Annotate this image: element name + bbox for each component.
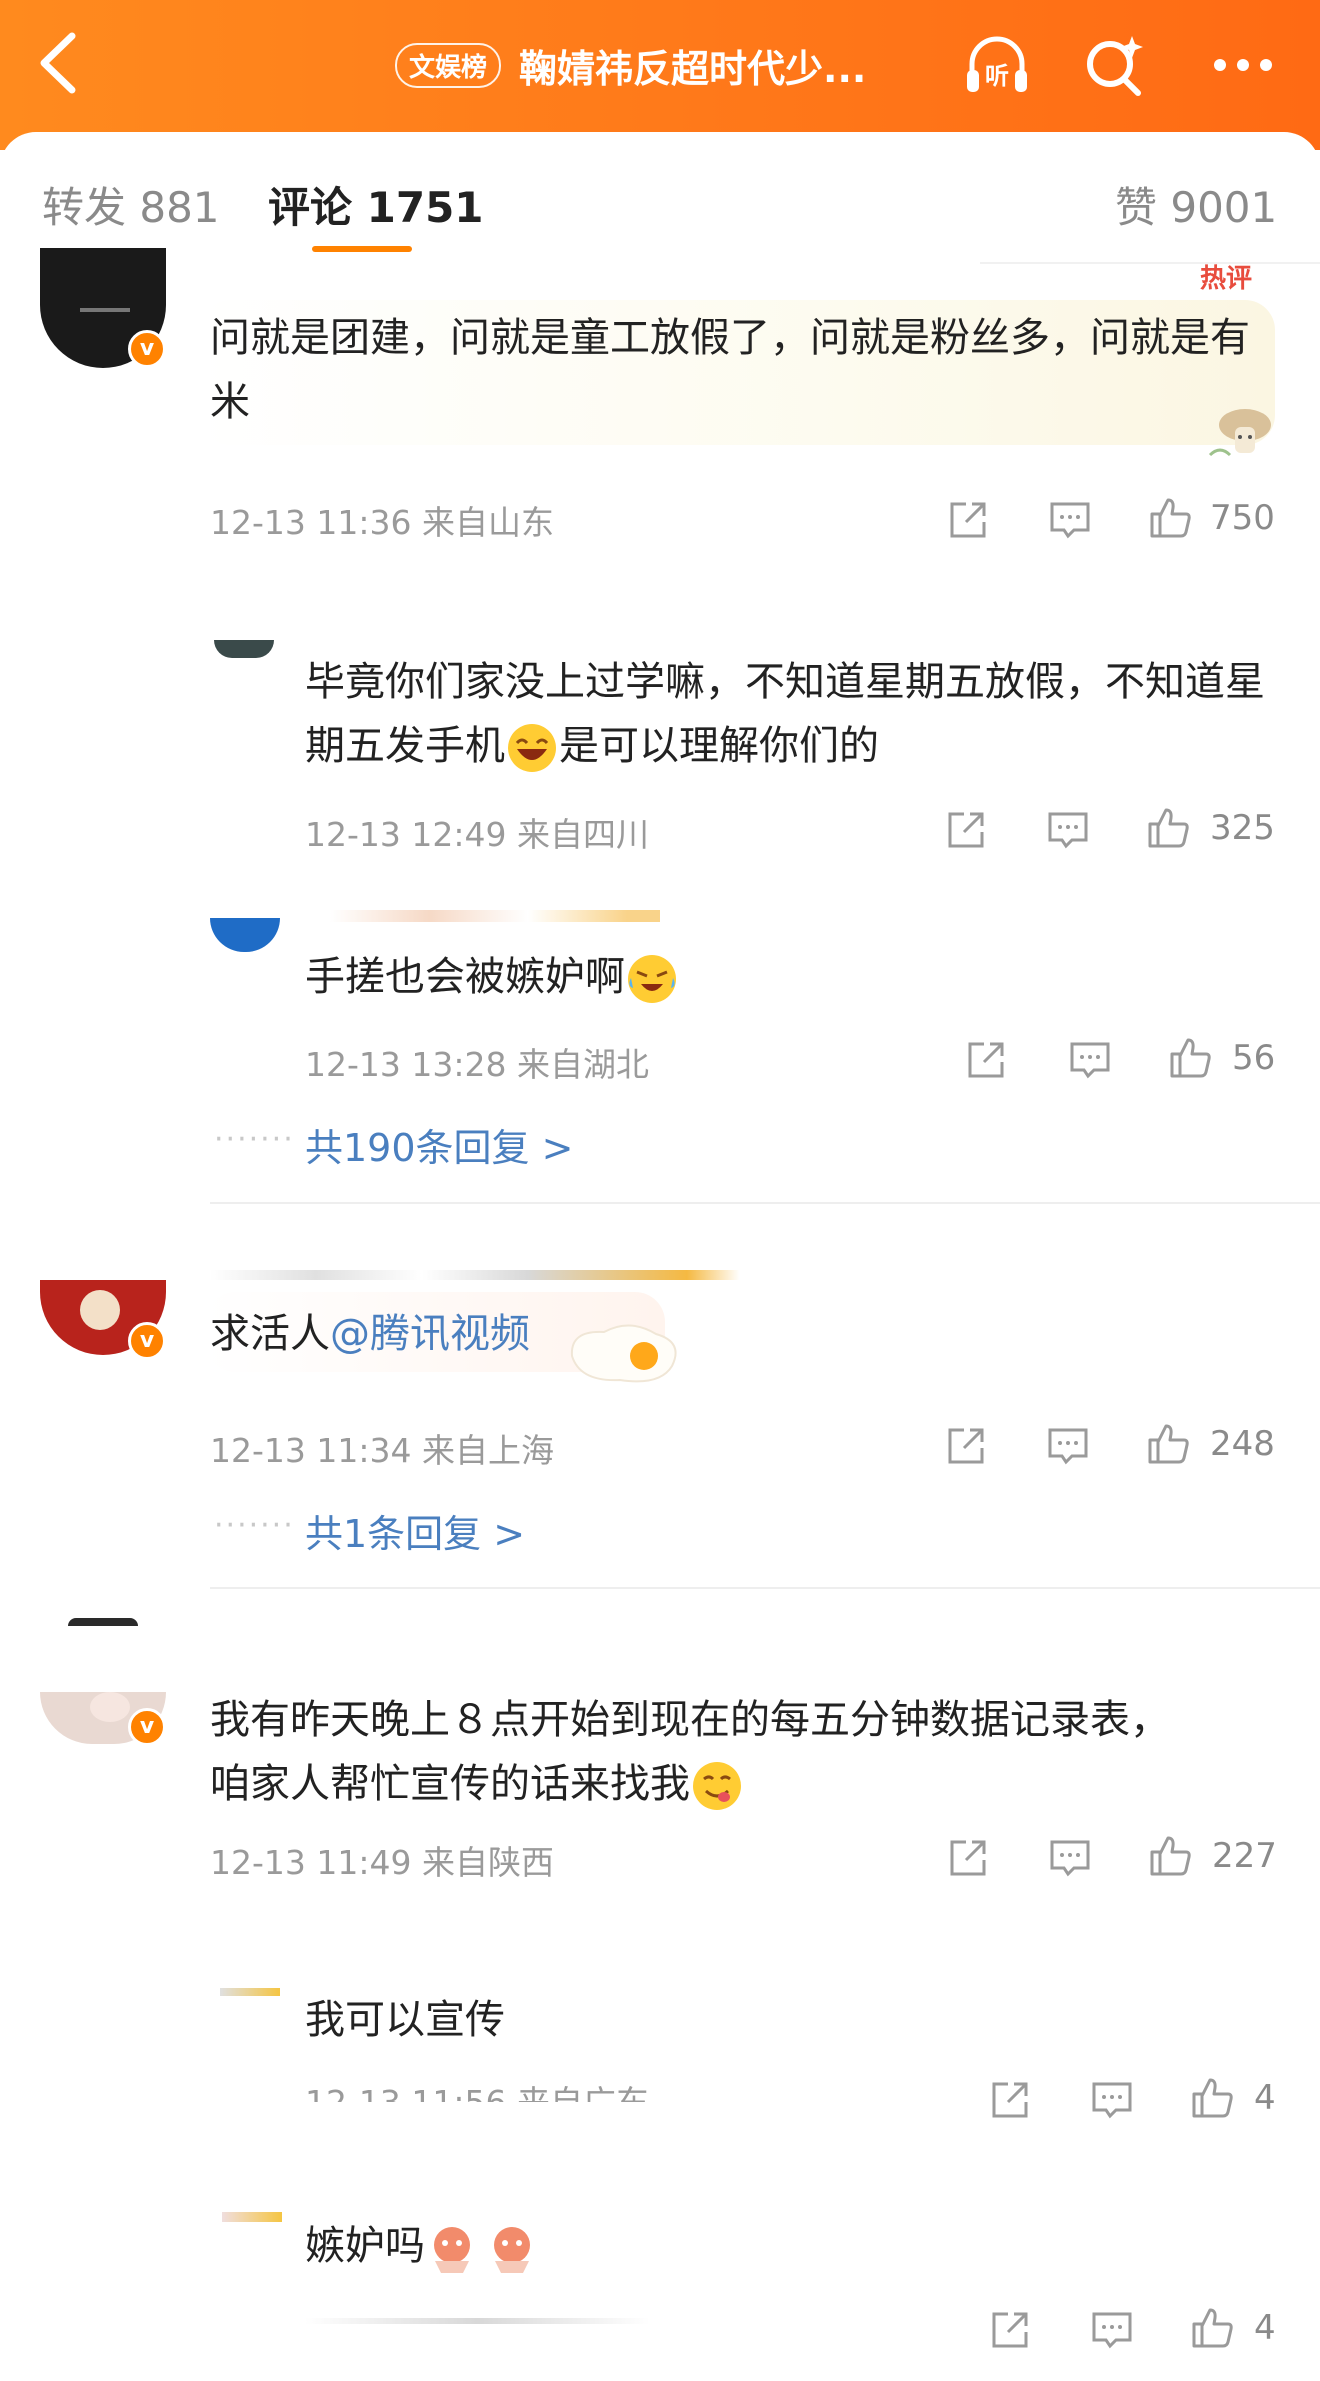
- tab-comments[interactable]: 评论 1751: [268, 174, 484, 235]
- comment-meta: 12-13 11:49 来自陕西: [210, 1843, 554, 1882]
- like-icon[interactable]: [1146, 1832, 1194, 1880]
- reply-text: 手搓也会被嫉妒啊: [305, 945, 1205, 1009]
- back-icon[interactable]: [30, 28, 90, 98]
- listen-icon[interactable]: 听: [962, 30, 1032, 100]
- comment-icon[interactable]: [1088, 2306, 1136, 2354]
- comment-icon[interactable]: [1046, 1834, 1094, 1882]
- tab-likes[interactable]: 赞 9001: [1115, 174, 1277, 235]
- listen-label: 听: [985, 62, 1009, 90]
- verified-badge-icon: v: [128, 1322, 166, 1360]
- comment-icon[interactable]: [1044, 1422, 1092, 1470]
- like-icon[interactable]: [1188, 2304, 1236, 2352]
- cropped-username: [330, 910, 660, 922]
- like-icon[interactable]: [1188, 2074, 1236, 2122]
- comment-icon[interactable]: [1088, 2076, 1136, 2124]
- tab-bar: 转发 881 评论 1751 赞 9001: [0, 150, 1320, 264]
- laughing-emoji-icon: [508, 724, 556, 772]
- top-bar: 文娱榜 鞠婧祎反超时代少... 听: [0, 0, 1320, 150]
- share-icon[interactable]: [986, 2306, 1034, 2354]
- verified-badge-icon: v: [128, 1708, 166, 1746]
- like-count: 56: [1232, 1038, 1276, 1078]
- page-title: 鞠婧祎反超时代少...: [519, 46, 867, 91]
- reply-text: 毕竟你们家没上过学嘛，不知道星期五放假，不知道星期五发手机 是可以理解你们的: [305, 650, 1265, 778]
- shrimp-emoji-icon: [494, 2227, 530, 2273]
- like-icon[interactable]: [1146, 494, 1194, 542]
- cropped-reply-meta: [305, 2318, 650, 2324]
- reply-text: 我可以宣传: [305, 1997, 505, 2043]
- comment-meta: 12-13 11:36 来自山东: [210, 503, 554, 542]
- reply-meta-cropped: 12-13 11:56 来自广东: [305, 2076, 725, 2102]
- verified-badge-icon: v: [128, 330, 166, 368]
- yum-emoji-icon: [693, 1762, 741, 1810]
- comment-text: 问就是团建，问就是童工放假了，问就是粉丝多，问就是有米: [210, 315, 1250, 425]
- like-count: 248: [1210, 1424, 1275, 1464]
- share-icon[interactable]: [944, 1834, 992, 1882]
- hot-comment-tag: 热评: [1200, 264, 1253, 294]
- like-count: 4: [1254, 2078, 1276, 2118]
- reply-dots: ·······: [214, 1508, 295, 1543]
- shrimp-emoji-icon: [434, 2227, 470, 2273]
- comment-meta: 12-13 11:34 来自上海: [210, 1431, 554, 1470]
- comment-icon[interactable]: [1066, 1036, 1114, 1084]
- divider: [210, 1202, 1320, 1204]
- view-replies-link[interactable]: 共190条回复 >: [305, 1117, 573, 1172]
- like-icon[interactable]: [1166, 1034, 1214, 1082]
- comment-icon[interactable]: [1044, 806, 1092, 854]
- more-icon[interactable]: [1208, 30, 1278, 100]
- reply-meta: 12-13 11:56 来自广东: [305, 2076, 649, 2102]
- view-replies-link[interactable]: 共1条回复 >: [305, 1503, 525, 1558]
- cropped-reply-avatar: [220, 1988, 280, 1996]
- divider: [980, 262, 1320, 264]
- like-icon[interactable]: [1144, 804, 1192, 852]
- crying-laughing-emoji-icon: [628, 955, 676, 1003]
- reply-avatar[interactable]: [214, 640, 274, 658]
- ranking-badge[interactable]: 文娱榜: [395, 42, 502, 88]
- reply-meta: 12-13 12:49 来自四川: [305, 815, 649, 854]
- reply-text: 嫉妒吗: [305, 2214, 1205, 2278]
- comment-icon[interactable]: [1046, 496, 1094, 544]
- mention-link[interactable]: @腾讯视频: [330, 1311, 530, 1357]
- like-count: 227: [1212, 1836, 1277, 1876]
- reply-dots: ·······: [214, 1122, 295, 1157]
- comment-text: 我有昨天晚上８点开始到现在的每五分钟数据记录表， 咱家人帮忙宣传的话来找我: [210, 1688, 1290, 1816]
- like-count: 325: [1210, 808, 1275, 848]
- divider: [210, 1587, 1320, 1589]
- share-icon[interactable]: [986, 2076, 1034, 2124]
- like-icon[interactable]: [1144, 1420, 1192, 1468]
- reply-meta: 12-13 13:28 来自湖北: [305, 1045, 649, 1084]
- comment-text: 求活人@腾讯视频: [210, 1311, 530, 1357]
- active-tab-indicator: [312, 246, 412, 252]
- tab-repost[interactable]: 转发 881: [42, 174, 220, 235]
- like-count: 4: [1254, 2308, 1276, 2348]
- share-icon[interactable]: [942, 1422, 990, 1470]
- share-icon[interactable]: [962, 1036, 1010, 1084]
- cropped-username: [210, 1270, 740, 1280]
- cropped-reply-avatar: [222, 2212, 282, 2222]
- search-sparkle-icon[interactable]: [1080, 30, 1150, 100]
- share-icon[interactable]: [942, 806, 990, 854]
- like-count: 750: [1210, 498, 1275, 538]
- cropped-avatar-top: [68, 1618, 138, 1626]
- share-icon[interactable]: [944, 496, 992, 544]
- title-group: 文娱榜 鞠婧祎反超时代少...: [395, 38, 866, 92]
